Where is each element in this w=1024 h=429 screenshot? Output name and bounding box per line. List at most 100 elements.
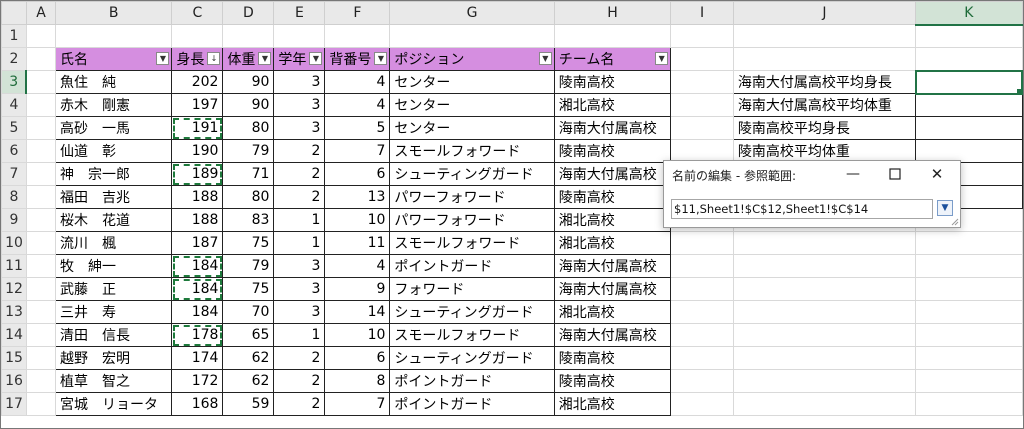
table-header-cell[interactable]: 背番号 ▼ [324,47,391,71]
cell[interactable] [25,24,56,48]
table-cell[interactable]: 71 [222,162,275,186]
cell[interactable] [732,346,917,370]
table-cell[interactable]: 2 [273,162,326,186]
col-header-f[interactable]: F [324,1,391,25]
table-cell[interactable]: 188 [171,185,224,209]
cell[interactable] [732,47,917,71]
maximize-icon[interactable] [882,163,908,185]
table-cell[interactable]: 202 [171,70,224,94]
table-cell[interactable]: 70 [222,300,275,324]
table-cell[interactable]: 189 [171,162,224,186]
table-cell[interactable]: 8 [324,369,391,393]
table-cell[interactable]: 178 [171,323,224,347]
table-cell[interactable]: 62 [222,346,275,370]
col-header-c[interactable]: C [171,1,224,25]
cell[interactable] [389,24,555,48]
table-cell[interactable]: 湘北高校 [553,392,672,416]
table-cell[interactable]: 4 [324,93,391,117]
col-header-h[interactable]: H [553,1,672,25]
table-header-cell[interactable]: 氏名 ▼ [54,47,173,71]
table-cell[interactable]: 184 [171,254,224,278]
table-cell[interactable]: 10 [324,208,391,232]
row-header[interactable]: 15 [1,346,27,370]
sort-filter-icon[interactable]: ↓ [207,52,221,65]
cell[interactable] [25,392,56,416]
cell[interactable] [25,277,56,301]
table-cell[interactable]: ポイントガード [389,369,555,393]
cell[interactable] [670,254,734,278]
table-cell[interactable]: シューティングガード [389,300,555,324]
table-cell[interactable]: 赤木 剛憲 [54,93,173,117]
cell[interactable] [670,93,734,117]
table-cell[interactable]: 三井 寿 [54,300,173,324]
table-cell[interactable]: 9 [324,277,391,301]
table-cell[interactable]: 80 [222,116,275,140]
row-header[interactable]: 8 [1,185,27,209]
table-cell[interactable]: 清田 信長 [54,323,173,347]
table-cell[interactable]: 仙道 彰 [54,139,173,163]
table-header-cell[interactable]: 身長 ↓ [171,47,224,71]
table-cell[interactable]: 7 [324,392,391,416]
table-cell[interactable]: 海南大付属高校 [553,323,672,347]
table-cell[interactable]: 海南大付属高校 [553,116,672,140]
table-cell[interactable]: 80 [222,185,275,209]
table-cell[interactable]: 6 [324,346,391,370]
table-cell[interactable]: センター [389,70,555,94]
cell[interactable] [732,323,917,347]
table-cell[interactable]: パワーフォワード [389,185,555,209]
table-cell[interactable]: 3 [273,277,326,301]
table-header-cell[interactable]: ポジション ▼ [389,47,555,71]
cell[interactable] [670,369,734,393]
table-cell[interactable]: 75 [222,231,275,255]
col-header-d[interactable]: D [222,1,275,25]
row-header[interactable]: 3 [1,70,28,94]
table-cell[interactable]: 1 [273,208,326,232]
cell[interactable] [915,231,1023,255]
table-cell[interactable]: 7 [324,139,391,163]
active-cell-k3[interactable] [914,69,1023,95]
table-cell[interactable]: 174 [171,346,224,370]
table-cell[interactable]: 3 [273,93,326,117]
row-header[interactable]: 5 [1,116,27,140]
cell[interactable] [732,369,917,393]
col-header-b[interactable]: B [54,1,173,25]
table-cell[interactable]: 90 [222,93,275,117]
cell[interactable] [915,277,1023,301]
cell[interactable] [670,392,734,416]
cell[interactable] [25,116,56,140]
table-cell[interactable]: 191 [171,116,224,140]
cell[interactable] [670,323,734,347]
summary-label-cell[interactable]: 海南大付属高校平均体重 [732,93,917,117]
table-cell[interactable]: 神 宗一郎 [54,162,173,186]
table-cell[interactable]: 1 [273,231,326,255]
reference-range-input[interactable]: $11,Sheet1!$C$12,Sheet1!$C$14 [671,199,933,219]
col-header-k[interactable]: K [915,1,1023,26]
table-header-cell[interactable]: 体重 ▼ [222,47,275,71]
table-cell[interactable]: 184 [171,277,224,301]
row-header[interactable]: 4 [1,93,27,117]
table-cell[interactable]: 陵南高校 [553,185,672,209]
cell[interactable] [171,24,224,48]
table-cell[interactable]: 高砂 一馬 [54,116,173,140]
cell[interactable] [25,47,56,71]
table-cell[interactable]: 187 [171,231,224,255]
table-cell[interactable]: 188 [171,208,224,232]
row-header[interactable]: 13 [1,300,27,324]
summary-label-cell[interactable]: 海南大付属高校平均身長 [732,70,917,94]
cell[interactable] [222,24,275,48]
row-header[interactable]: 14 [1,323,27,347]
select-all-corner[interactable] [1,1,27,25]
table-cell[interactable]: 2 [273,392,326,416]
table-cell[interactable]: 武藤 正 [54,277,173,301]
table-header-cell[interactable]: チーム名 ▼ [553,47,672,71]
close-icon[interactable]: ✕ [924,163,950,185]
table-cell[interactable]: パワーフォワード [389,208,555,232]
cell[interactable] [670,70,734,94]
cell[interactable] [25,93,56,117]
filter-dropdown-icon[interactable]: ▼ [156,52,170,65]
row-header[interactable]: 16 [1,369,27,393]
cell[interactable] [732,392,917,416]
cell[interactable] [25,323,56,347]
table-header-cell[interactable]: 学年 ▼ [273,47,326,71]
cell[interactable] [25,346,56,370]
